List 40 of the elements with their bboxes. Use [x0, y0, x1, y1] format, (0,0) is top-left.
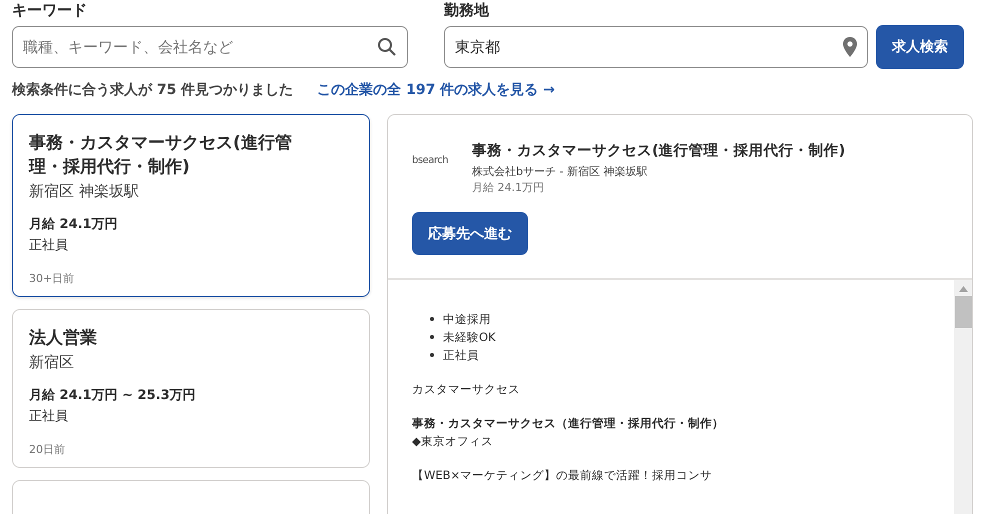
- detail-salary: 月給 24.1万円: [472, 180, 545, 196]
- bullet-icon: [430, 335, 434, 339]
- scrollbar[interactable]: [954, 280, 972, 514]
- job-title: 法人営業: [29, 327, 98, 350]
- description-text: カスタマーサクセス: [412, 381, 521, 398]
- result-count: 検索条件に合う求人が 75 件見つかりました: [12, 81, 294, 100]
- tag-text: 中途採用: [443, 311, 491, 328]
- location-pin-icon: [843, 37, 857, 57]
- field-label: 勤務地: [444, 0, 490, 20]
- job-type: 正社員: [29, 237, 69, 255]
- posted-date: 30+日前: [29, 271, 76, 286]
- scrollbar-thumb[interactable]: [954, 296, 972, 328]
- description-text: ◆東京オフィス: [412, 433, 494, 450]
- bullet-icon: [430, 353, 434, 357]
- location-field[interactable]: 東京都: [444, 26, 868, 68]
- apply-button[interactable]: 応募先へ進む: [412, 212, 528, 255]
- tag-text: 正社員: [443, 347, 479, 364]
- detail-title: 事務・カスタマーサクセス(進行管理・採用代行・制作): [472, 142, 846, 161]
- job-salary: 月給 24.1万円 ~ 25.3万円: [29, 387, 197, 405]
- job-title: 事務・カスタマーサクセス(進行管理・採用代行・制作): [29, 132, 293, 179]
- keyword-field[interactable]: 職種、キーワード、会社名など: [12, 26, 408, 68]
- company-logo: bsearch: [412, 155, 450, 168]
- job-salary: 月給 24.1万円: [29, 216, 119, 234]
- company-name: 株式会社bサーチ - 新宿区 神楽坂駅: [472, 164, 648, 180]
- job-card[interactable]: [12, 480, 370, 514]
- description-text: 事務・カスタマーサクセス（進行管理・採用代行・制作）: [412, 415, 725, 432]
- tag-text: 未経験OK: [443, 329, 496, 346]
- job-type: 正社員: [29, 408, 69, 426]
- description-text: 【WEB×マーケティング】の最前線で活躍！採用コンサ: [412, 467, 714, 484]
- posted-date: 20日前: [29, 442, 66, 457]
- company-jobs-link[interactable]: この企業の全 197 件の求人を見る →: [317, 80, 555, 100]
- job-location: 新宿区 神楽坂駅: [29, 181, 140, 201]
- scroll-up-icon[interactable]: [958, 286, 968, 292]
- search-icon: [377, 37, 397, 57]
- job-card[interactable]: 事務・カスタマーサクセス(進行管理・採用代行・制作) 新宿区 神楽坂駅 月給 24.1万円 正社員 30+日前: [12, 114, 370, 297]
- search-button[interactable]: 求人検索: [876, 25, 964, 69]
- bullet-icon: [430, 317, 434, 321]
- job-card[interactable]: 法人営業 新宿区 月給 24.1万円 ~ 25.3万円 正社員 20日前: [12, 309, 370, 468]
- job-location: 新宿区: [29, 352, 75, 372]
- field-label: キーワード: [12, 0, 88, 20]
